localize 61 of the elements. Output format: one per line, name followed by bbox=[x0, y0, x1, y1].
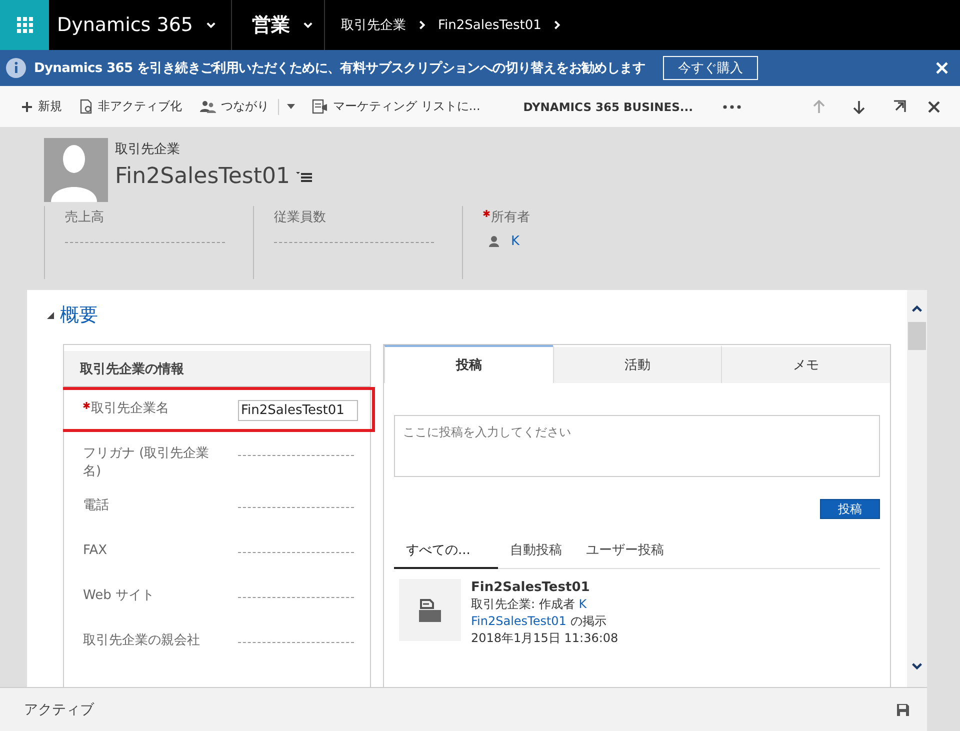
text-field[interactable]: Fin2SalesTest01 bbox=[238, 400, 358, 421]
post-title: Fin2SalesTest01 bbox=[471, 579, 591, 596]
avatar-placeholder bbox=[44, 138, 108, 202]
app-launcher-button[interactable] bbox=[0, 0, 49, 50]
command-button[interactable]: 非アクティブ化 bbox=[71, 98, 191, 115]
person-icon bbox=[489, 236, 499, 247]
owner-link[interactable]: K bbox=[511, 234, 520, 249]
arrow-down-icon bbox=[853, 100, 865, 114]
document-icon bbox=[80, 99, 93, 114]
collapse-triangle-icon bbox=[47, 312, 54, 318]
field-label: 所有者 bbox=[491, 209, 530, 226]
record-icon bbox=[419, 598, 441, 622]
tab[interactable]: メモ bbox=[721, 345, 890, 383]
entity-type: 取引先企業 bbox=[115, 141, 181, 158]
field-label: 従業員数 bbox=[274, 209, 326, 226]
command-button[interactable]: DYNAMICS 365 BUSINES... bbox=[489, 100, 716, 114]
post-text: の掲示 bbox=[570, 614, 606, 628]
command-button[interactable]: マーケティング リストに... bbox=[303, 98, 490, 115]
section-toggle[interactable]: 概要 bbox=[47, 302, 907, 328]
popout-icon bbox=[893, 100, 906, 113]
filter-tab[interactable]: すべての... bbox=[394, 537, 498, 569]
scrollbar[interactable] bbox=[907, 290, 927, 687]
filter-tab[interactable]: 自動投稿 bbox=[498, 537, 574, 569]
post-byline: 取引先企業: 作成者 bbox=[471, 597, 575, 611]
post-button[interactable]: 投稿 bbox=[820, 499, 880, 519]
caret-icon bbox=[287, 104, 295, 109]
field-label: 売上高 bbox=[65, 209, 104, 226]
buy-now-button[interactable]: 今すぐ購入 bbox=[663, 56, 758, 80]
record-name: Fin2SalesTest01 bbox=[115, 164, 290, 189]
filter-tab[interactable]: ユーザー投稿 bbox=[574, 537, 676, 569]
status-text: アクティブ bbox=[24, 700, 94, 718]
post-field[interactable]: ここに投稿を入力してください bbox=[394, 415, 880, 477]
field-label: Web サイト bbox=[83, 587, 156, 605]
close-icon bbox=[936, 62, 948, 74]
scrollbar-thumb[interactable] bbox=[908, 322, 926, 350]
menu-icon[interactable] bbox=[296, 170, 312, 182]
save-icon[interactable] bbox=[897, 704, 909, 716]
command-button[interactable]: 新規 bbox=[12, 98, 71, 115]
author-link[interactable]: K bbox=[578, 597, 587, 611]
people-icon bbox=[200, 100, 216, 114]
field-label: 取引先企業名 bbox=[91, 400, 170, 418]
field-label: FAX bbox=[83, 542, 108, 560]
tab[interactable]: 投稿 bbox=[384, 345, 553, 383]
record-link[interactable]: Fin2SalesTest01 bbox=[471, 614, 566, 628]
field-label: フリガナ (取引先企業名) bbox=[83, 445, 210, 481]
breadcrumb[interactable]: Fin2SalesTest01 bbox=[438, 18, 542, 32]
close-icon bbox=[928, 100, 940, 112]
banner-message: Dynamics 365 を引き続きご利用いただくために、有料サブスクリプションへの切り替えをお勧めします bbox=[34, 60, 646, 77]
list-icon bbox=[312, 99, 328, 114]
field-label: 電話 bbox=[83, 497, 110, 515]
plus-icon bbox=[21, 100, 33, 112]
field-label: 取引先企業の親会社 bbox=[83, 632, 201, 650]
grid-icon bbox=[16, 17, 32, 33]
arrow-up-icon bbox=[813, 100, 825, 114]
breadcrumb[interactable]: 取引先企業 bbox=[341, 16, 406, 34]
tab[interactable]: 活動 bbox=[552, 345, 722, 383]
command-button[interactable]: つながり bbox=[191, 98, 278, 115]
ellipsis-icon bbox=[723, 104, 742, 108]
post-timestamp: 2018年1月15日 11:36:08 bbox=[471, 630, 618, 647]
section-header: 取引先企業の情報 bbox=[64, 351, 370, 387]
info-icon bbox=[6, 58, 26, 78]
